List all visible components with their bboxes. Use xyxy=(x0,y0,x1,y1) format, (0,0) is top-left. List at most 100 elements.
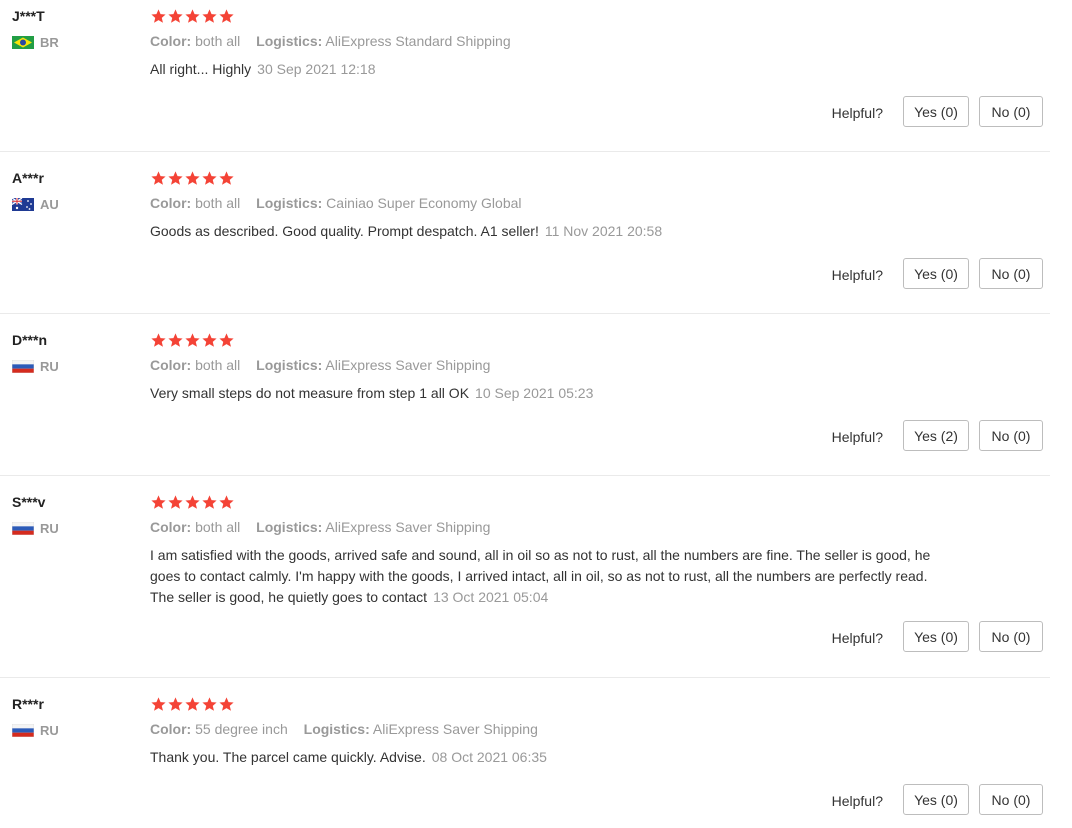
star-icon xyxy=(202,9,217,23)
reviewer-name: S***v xyxy=(12,494,46,510)
helpful-no-button[interactable]: No (0) xyxy=(979,258,1043,289)
helpful-no-button[interactable]: No (0) xyxy=(979,621,1043,652)
helpful-label: Helpful? xyxy=(831,104,883,121)
logistics-key: Logistics: xyxy=(256,357,323,373)
color-key: Color: xyxy=(150,33,192,49)
russia-flag-icon xyxy=(12,359,34,373)
star-icon xyxy=(151,495,166,509)
logistics-value: AliExpress Standard Shipping xyxy=(325,33,511,49)
star-icon xyxy=(185,333,200,347)
star-icon xyxy=(151,697,166,711)
review-attributes: Color: both all Logistics: AliExpress Sa… xyxy=(150,519,502,535)
feedback-list: J***T BR Color: both all Logistics: AliE… xyxy=(0,0,1072,828)
review-text: Goods as described. Good quality. Prompt… xyxy=(150,221,940,242)
russia-flag-icon xyxy=(12,521,34,535)
helpful-vote: Helpful? Yes (0) No (0) xyxy=(832,621,1043,652)
helpful-no-button[interactable]: No (0) xyxy=(979,420,1043,451)
country-code: BR xyxy=(40,34,59,50)
helpful-yes-button[interactable]: Yes (2) xyxy=(903,420,969,451)
star-icon xyxy=(202,333,217,347)
review-body: Thank you. The parcel came quickly. Advi… xyxy=(150,749,426,765)
color-key: Color: xyxy=(150,721,192,737)
helpful-no-button[interactable]: No (0) xyxy=(979,784,1043,815)
review-attributes: Color: both all Logistics: Cainiao Super… xyxy=(150,195,534,211)
review-item: R***r RU Color: 55 degree inch Logistics… xyxy=(0,688,1050,828)
star-icon xyxy=(202,495,217,509)
review-text: Thank you. The parcel came quickly. Advi… xyxy=(150,747,940,768)
star-icon xyxy=(202,697,217,711)
reviewer-country: RU xyxy=(12,520,59,536)
review-body: All right... Highly xyxy=(150,61,252,77)
logistics-value: AliExpress Saver Shipping xyxy=(325,357,491,373)
color-value: both all xyxy=(195,33,241,49)
helpful-yes-button[interactable]: Yes (0) xyxy=(903,258,969,289)
review-body: Very small steps do not measure from ste… xyxy=(150,385,470,401)
color-key: Color: xyxy=(150,357,192,373)
star-icon xyxy=(151,171,166,185)
star-icon xyxy=(202,171,217,185)
helpful-label: Helpful? xyxy=(831,629,883,646)
star-icon xyxy=(219,333,234,347)
review-date: 08 Oct 2021 06:35 xyxy=(431,749,547,765)
reviewer-name: R***r xyxy=(12,696,44,712)
helpful-vote: Helpful? Yes (0) No (0) xyxy=(832,258,1043,289)
review-date: 13 Oct 2021 05:04 xyxy=(433,589,549,605)
russia-flag-icon xyxy=(12,723,34,737)
logistics-key: Logistics: xyxy=(256,195,323,211)
review-item: A***r AU Color: both all Logistics: Cain… xyxy=(0,162,1050,314)
review-attributes: Color: both all Logistics: AliExpress St… xyxy=(150,33,523,49)
star-icon xyxy=(168,495,183,509)
review-body: Goods as described. Good quality. Prompt… xyxy=(150,223,539,239)
star-icon xyxy=(151,333,166,347)
star-icon xyxy=(185,9,200,23)
review-date: 11 Nov 2021 20:58 xyxy=(544,223,663,239)
helpful-yes-button[interactable]: Yes (0) xyxy=(903,784,969,815)
color-value: both all xyxy=(195,519,241,535)
star-icon xyxy=(168,171,183,185)
reviewer-name: A***r xyxy=(12,170,44,186)
star-icon xyxy=(185,495,200,509)
review-attributes: Color: both all Logistics: AliExpress Sa… xyxy=(150,357,502,373)
reviewer-country: RU xyxy=(12,722,59,738)
brazil-flag-icon xyxy=(12,35,34,49)
star-icon xyxy=(219,171,234,185)
color-value: both all xyxy=(195,357,241,373)
color-key: Color: xyxy=(150,195,192,211)
star-icon xyxy=(219,9,234,23)
review-attributes: Color: 55 degree inch Logistics: AliExpr… xyxy=(150,721,550,737)
helpful-yes-button[interactable]: Yes (0) xyxy=(903,96,969,127)
review-date: 30 Sep 2021 12:18 xyxy=(257,61,376,77)
helpful-label: Helpful? xyxy=(831,266,883,283)
country-code: RU xyxy=(40,722,59,738)
reviewer-country: AU xyxy=(12,196,59,212)
color-value: 55 degree inch xyxy=(195,721,288,737)
logistics-value: AliExpress Saver Shipping xyxy=(372,721,538,737)
reviewer-name: J***T xyxy=(12,8,45,24)
helpful-label: Helpful? xyxy=(831,428,883,445)
review-text: I am satisfied with the goods, arrived s… xyxy=(150,545,940,608)
logistics-key: Logistics: xyxy=(256,519,323,535)
helpful-vote: Helpful? Yes (2) No (0) xyxy=(832,420,1043,451)
star-icon xyxy=(185,171,200,185)
logistics-key: Logistics: xyxy=(303,721,370,737)
color-value: both all xyxy=(195,195,241,211)
star-rating xyxy=(150,170,235,187)
star-icon xyxy=(185,697,200,711)
star-icon xyxy=(168,333,183,347)
reviewer-name: D***n xyxy=(12,332,48,348)
helpful-yes-button[interactable]: Yes (0) xyxy=(903,621,969,652)
review-item: S***v RU Color: both all Logistics: AliE… xyxy=(0,486,1050,678)
helpful-vote: Helpful? Yes (0) No (0) xyxy=(832,96,1043,127)
reviewer-country: RU xyxy=(12,359,59,374)
review-item: J***T BR Color: both all Logistics: AliE… xyxy=(0,0,1050,152)
helpful-label: Helpful? xyxy=(831,792,883,809)
logistics-value: AliExpress Saver Shipping xyxy=(325,519,491,535)
country-code: AU xyxy=(40,196,59,212)
country-code: RU xyxy=(40,520,59,536)
review-text: All right... Highly 30 Sep 2021 12:18 xyxy=(150,59,940,80)
star-rating xyxy=(150,696,235,713)
australia-flag-icon xyxy=(12,197,34,211)
star-icon xyxy=(168,9,183,23)
helpful-no-button[interactable]: No (0) xyxy=(979,96,1043,127)
reviewer-country: BR xyxy=(12,34,59,50)
